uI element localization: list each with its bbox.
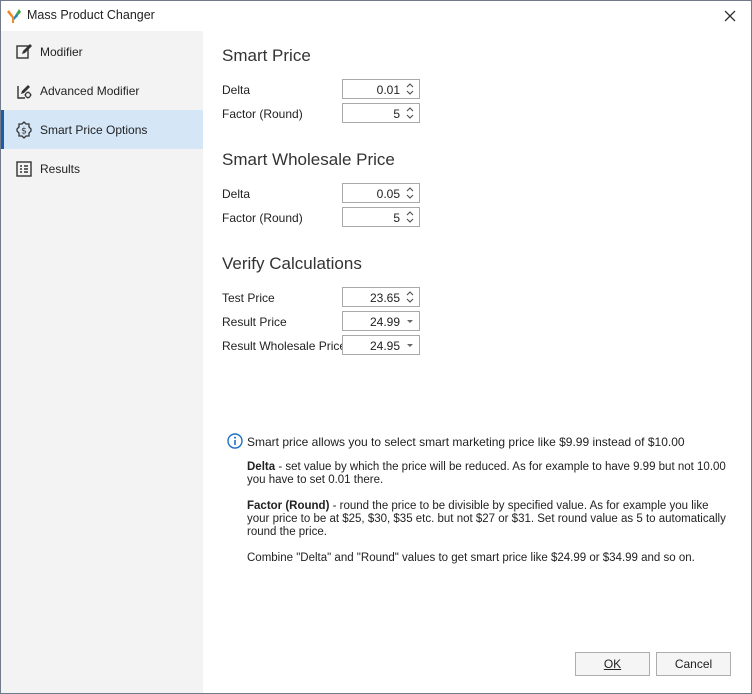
spin-arrows-icon[interactable]	[404, 209, 416, 225]
info-icon	[227, 433, 243, 449]
sidebar-item-results[interactable]: Results	[1, 149, 203, 188]
svg-text:$: $	[21, 127, 27, 137]
spin-arrows-icon[interactable]	[404, 289, 416, 305]
cancel-button[interactable]: Cancel	[656, 652, 731, 676]
spinner-value: 0.05	[376, 187, 400, 201]
result-wholesale-label: Result Wholesale Price	[222, 339, 347, 353]
sidebar: Modifier Advanced Modifier $ Smart Price…	[1, 31, 203, 693]
spin-arrows-icon[interactable]	[404, 185, 416, 201]
smart-price-heading: Smart Price	[222, 46, 311, 65]
title-bar: Mass Product Changer	[1, 1, 751, 31]
dropdown-arrow-icon[interactable]	[404, 337, 416, 353]
info-combine-paragraph: Combine "Delta" and "Round" values to ge…	[247, 552, 695, 564]
dropdown-arrow-icon[interactable]	[404, 313, 416, 329]
ok-button[interactable]: OK	[575, 652, 650, 676]
content-panel: Smart Price Delta 0.01 Factor (Round) 5 …	[203, 31, 751, 693]
spinner-value: 0.01	[376, 83, 400, 97]
spinner-value: 23.65	[369, 291, 400, 305]
smart-price-delta-spinner[interactable]: 0.01	[342, 79, 420, 99]
spin-arrows-icon[interactable]	[404, 105, 416, 121]
info-delta-paragraph: Delta - set value by which the price wil…	[247, 461, 727, 487]
dollar-gear-icon: $	[16, 121, 32, 139]
spinner-value: 5	[393, 211, 400, 225]
wholesale-delta-label: Delta	[222, 187, 251, 201]
sidebar-item-label: Modifier	[40, 45, 83, 59]
results-table-icon	[16, 161, 32, 177]
info-factor-term: Factor (Round)	[247, 500, 330, 512]
verify-heading: Verify Calculations	[222, 254, 362, 273]
smart-price-factor-spinner[interactable]: 5	[342, 103, 420, 123]
sidebar-item-smart-price-options[interactable]: $ Smart Price Options	[1, 110, 203, 149]
edit-icon	[16, 44, 32, 59]
sidebar-item-modifier[interactable]: Modifier	[1, 32, 203, 71]
test-price-label: Test Price	[222, 291, 275, 305]
info-factor-paragraph: Factor (Round) - round the price to be d…	[247, 500, 727, 539]
info-summary: Smart price allows you to select smart m…	[247, 435, 685, 449]
wholesale-delta-spinner[interactable]: 0.05	[342, 183, 420, 203]
sidebar-item-label: Advanced Modifier	[40, 84, 140, 98]
sidebar-item-advanced-modifier[interactable]: Advanced Modifier	[1, 71, 203, 110]
advanced-edit-icon	[17, 85, 32, 99]
wholesale-factor-label: Factor (Round)	[222, 211, 303, 225]
spin-arrows-icon[interactable]	[404, 81, 416, 97]
result-price-label: Result Price	[222, 315, 287, 329]
test-price-spinner[interactable]: 23.65	[342, 287, 420, 307]
wholesale-factor-spinner[interactable]: 5	[342, 207, 420, 227]
app-logo-icon	[7, 9, 21, 23]
field-value: 24.95	[369, 339, 400, 353]
result-wholesale-field[interactable]: 24.95	[342, 335, 420, 355]
info-delta-text: - set value by which the price will be r…	[247, 461, 726, 486]
field-value: 24.99	[369, 315, 400, 329]
sidebar-item-label: Smart Price Options	[40, 123, 148, 137]
smart-wholesale-heading: Smart Wholesale Price	[222, 150, 395, 169]
ok-button-label: OK	[603, 657, 622, 671]
close-icon[interactable]	[721, 7, 739, 25]
main-window: Mass Product Changer Modifier Advanced M…	[0, 0, 752, 694]
result-price-field[interactable]: 24.99	[342, 311, 420, 331]
smart-price-factor-label: Factor (Round)	[222, 107, 303, 121]
spinner-value: 5	[393, 107, 400, 121]
window-title: Mass Product Changer	[27, 8, 155, 22]
smart-price-delta-label: Delta	[222, 83, 251, 97]
info-delta-term: Delta	[247, 461, 276, 473]
sidebar-item-label: Results	[40, 162, 81, 176]
